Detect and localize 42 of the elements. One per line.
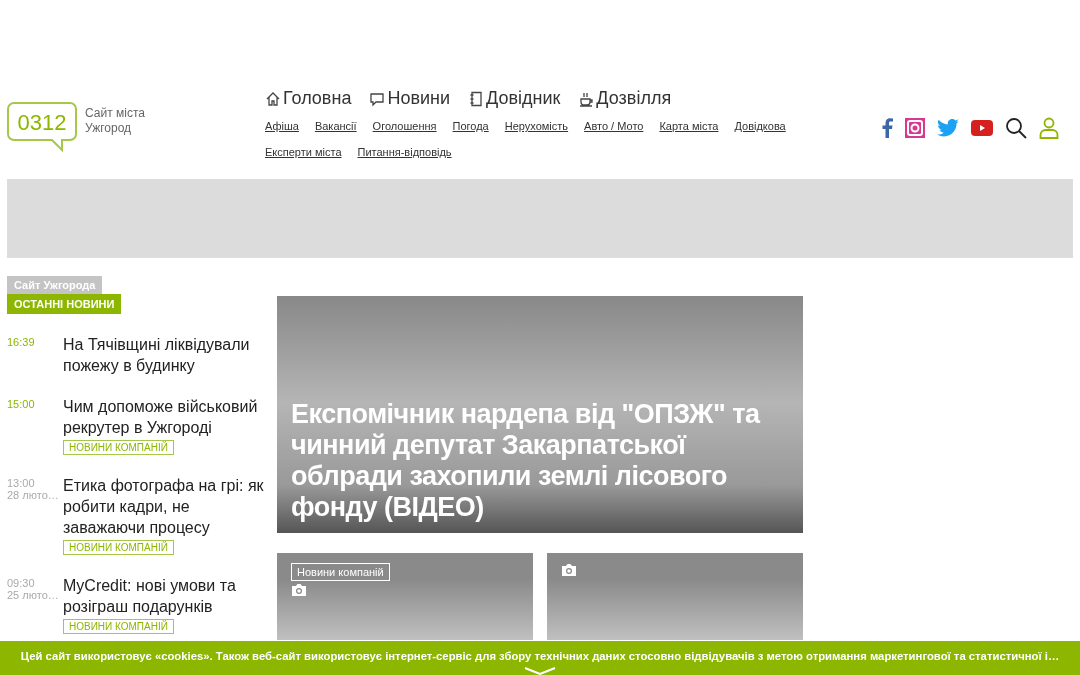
user-icon[interactable] xyxy=(1039,117,1059,139)
subnav-link[interactable]: Афіша xyxy=(265,113,299,139)
camera-icon xyxy=(291,583,307,597)
subnav-link[interactable]: Оголошення xyxy=(372,113,437,139)
news-time: 09:30 xyxy=(7,577,36,589)
news-time: 15:00 xyxy=(7,398,36,410)
subnav-link[interactable]: Вакансії xyxy=(314,113,357,139)
site-label: Сайт Ужгорода xyxy=(7,276,103,294)
subnav-link[interactable]: Карта міста xyxy=(659,113,719,139)
nav-link[interactable]: Новини xyxy=(369,88,450,109)
notebook-icon xyxy=(468,90,484,107)
subnav-link[interactable]: Довідкова xyxy=(734,113,786,139)
featured-card[interactable]: Експомічник нардепа від "ОПЗЖ" та чинний депутат Закарпатської облради захопили землі лісового фонду (ВІДЕО) xyxy=(277,296,803,533)
camera-icon xyxy=(561,563,577,577)
instagram-icon[interactable] xyxy=(905,118,925,138)
twitter-icon[interactable] xyxy=(937,119,959,137)
chat-icon xyxy=(369,90,386,107)
subnav-link[interactable]: Питання-відповідь xyxy=(357,139,452,165)
logo-text: Сайт міста xyxy=(85,106,145,121)
news-title[interactable]: Чим допоможе військовий рекрутер в Ужгороді xyxy=(63,396,265,438)
search-icon[interactable] xyxy=(1005,117,1027,139)
chevron-icon[interactable] xyxy=(523,667,557,675)
nav-link[interactable]: Довідник xyxy=(468,88,561,109)
home-icon xyxy=(265,90,281,107)
subnav-link[interactable]: Погода xyxy=(452,113,489,139)
section-heading: ОСТАННІ НОВИНИ xyxy=(7,294,122,314)
facebook-icon[interactable] xyxy=(881,118,893,138)
news-time: 16:39 xyxy=(7,336,36,348)
news-title[interactable]: MyCredit: нові умови та розіграш подарунків xyxy=(63,575,265,617)
subnav-link[interactable]: Нерухомість xyxy=(504,113,569,139)
news-title[interactable]: На Тячівщині ліквідували пожежу в будинку xyxy=(63,334,265,376)
subnav-link[interactable]: Експерти міста xyxy=(265,139,342,165)
news-time: 13:00 xyxy=(7,477,36,489)
nav-link[interactable]: Головна xyxy=(265,88,352,109)
subnav-link[interactable]: Авто / Мото xyxy=(584,113,644,139)
logo-text: Ужгород xyxy=(85,121,133,136)
youtube-icon[interactable] xyxy=(971,120,993,136)
cookie-text: Цей сайт використовує «cookies». Також веб-сайт використовує інтернет-сервіс для збору технічних даних стосовно відвідувачів з метою отримання маркетингової та статистичної і… xyxy=(20,650,1060,663)
featured-title[interactable]: Експомічник нардепа від "ОПЗЖ" та чинний депутат Закарпатської облради захопили землі лісового фонду (ВІДЕО) xyxy=(291,399,789,523)
cup-icon xyxy=(578,90,595,107)
news-title[interactable]: Етика фотографа на грі: як робити кадри, не заважаючи процесу xyxy=(63,475,265,538)
nav-link[interactable]: Дозвілля xyxy=(578,88,672,109)
